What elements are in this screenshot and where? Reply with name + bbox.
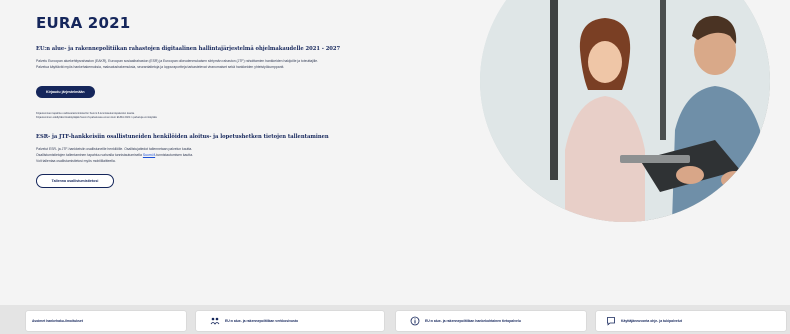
info-icon — [410, 316, 420, 326]
suomifi-link[interactable]: Suomi.fi — [143, 153, 155, 157]
people-icon — [210, 316, 220, 326]
footer-item-project-info[interactable]: EU:n alue- ja rakennepolitiikan hankekoh… — [396, 311, 586, 331]
footer-item-website[interactable]: EU:n alue- ja rakennepolitiikan verkkosi… — [196, 311, 384, 331]
login-button[interactable]: Kirjaudu järjestelmään — [36, 86, 95, 98]
section1-para2: Palvelua käyttävät myös hankehakemuksia,… — [36, 65, 285, 69]
section1-heading: EU:n alue- ja rakennepolitiikan rahastoj… — [36, 46, 341, 52]
hero-photo-illustration — [480, 0, 770, 222]
footer-item-label: EU:n alue- ja rakennepolitiikan verkkosi… — [225, 319, 299, 323]
footer-item-user-support[interactable]: Käyttäjäneuvonta ohje- ja tukipalvelut — [596, 311, 786, 331]
footer-item-label: Avoimet hankehaku-ilmoitukset — [32, 319, 83, 323]
chat-icon — [606, 316, 616, 326]
section2-para3: Voit tallentaa osallistumistietosi myös … — [36, 159, 116, 163]
footer-item-label: EU:n alue- ja rakennepolitiikan hankekoh… — [425, 319, 521, 323]
login-note-2: Kirjautuminen edellyttää tiluskäyttäjää … — [36, 116, 158, 119]
section2-para2-text: Osallistumistietojen tallentaminen tapah… — [36, 153, 142, 157]
footer-item-label: Käyttäjäneuvonta ohje- ja tukipalvelut — [621, 319, 682, 323]
main-area: EURA 2021 EU:n alue- ja rakennepolitiika… — [0, 0, 790, 280]
hero-photo-wrap — [480, 0, 790, 222]
section2-para2-tail: -tunnistautumisen kautta. — [155, 153, 194, 157]
save-participation-button[interactable]: Tallenna osallistumistietosi — [36, 174, 114, 188]
footer-item-open-calls[interactable]: Avoimet hankehaku-ilmoitukset — [26, 311, 186, 331]
content-column: EURA 2021 EU:n alue- ja rakennepolitiika… — [36, 14, 456, 188]
footer-links: Avoimet hankehaku-ilmoitukset EU:n alue-… — [0, 305, 790, 334]
page-title: EURA 2021 — [36, 14, 131, 32]
hero-photo — [480, 0, 770, 222]
section2-heading: ESR- ja JTF-hankkeisiin osallistuneiden … — [36, 134, 329, 140]
